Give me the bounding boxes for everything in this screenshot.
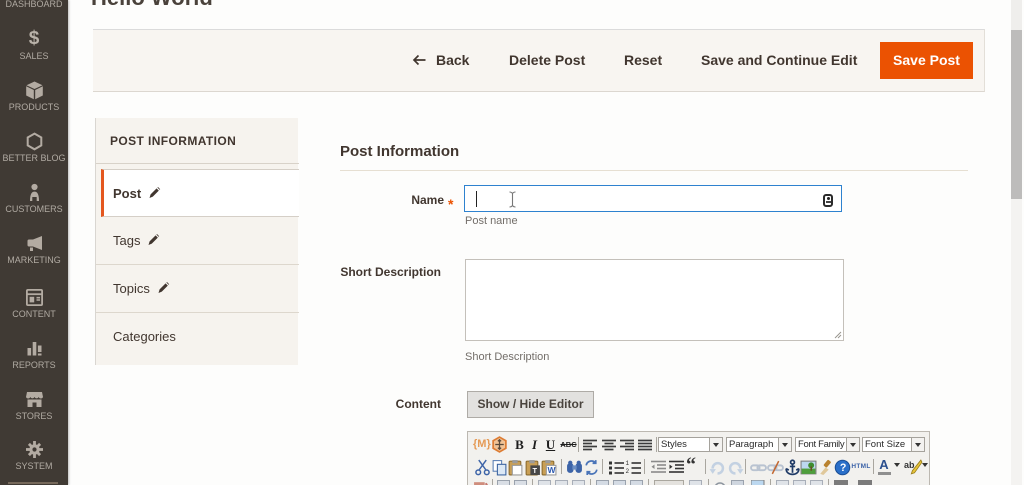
svg-text:?: ? [840, 462, 846, 474]
svg-text:1: 1 [626, 460, 630, 467]
svg-text:T: T [533, 466, 538, 475]
svg-text:W: W [547, 465, 556, 475]
svg-text:2: 2 [626, 468, 630, 475]
